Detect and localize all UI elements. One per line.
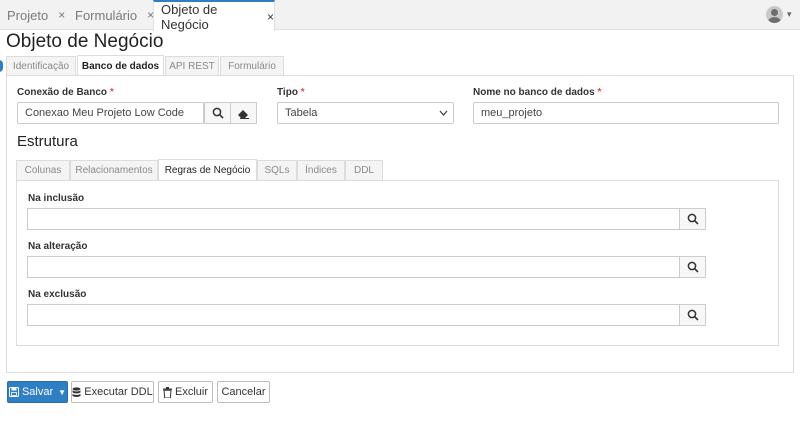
save-button[interactable]: Salvar ▼ [7, 381, 68, 403]
eraser-icon [237, 108, 250, 119]
delete-button[interactable]: Excluir [158, 381, 213, 403]
db-name-label: Nome no banco de dados * [473, 87, 602, 98]
tab-identificacao[interactable]: Identificação [6, 56, 76, 76]
execute-ddl-button[interactable]: Executar DDL [71, 381, 154, 403]
subtab-relacionamentos[interactable]: Relacionamentos [70, 160, 158, 180]
delete-button-label: Excluir [174, 386, 208, 398]
close-icon[interactable]: × [58, 8, 65, 22]
type-select-value: Tabela [285, 107, 318, 119]
side-indicator [0, 60, 3, 72]
database-icon [72, 386, 81, 398]
search-icon [212, 107, 224, 119]
user-avatar-icon[interactable] [766, 6, 783, 23]
rule-delete-label: Na exclusão [28, 289, 87, 300]
execute-ddl-label: Executar DDL [84, 386, 153, 398]
subtab-ddl[interactable]: DDL [345, 160, 383, 180]
rule-update-input[interactable] [27, 256, 679, 278]
connection-label: Conexão de Banco * [17, 87, 114, 98]
rule-insert-input[interactable] [27, 208, 679, 230]
window-tab-bar: Projeto × Formulário × Objeto de Negócio… [0, 0, 800, 32]
connection-search-button[interactable] [204, 102, 231, 124]
window-tab-projeto[interactable]: Projeto × [0, 0, 67, 30]
section-title: Estrutura [17, 133, 78, 150]
chevron-down-icon [439, 107, 448, 119]
trash-icon [162, 386, 172, 398]
search-icon [687, 309, 699, 321]
type-select[interactable]: Tabela [277, 102, 454, 124]
search-icon [687, 213, 699, 225]
subtab-regras-de-negocio[interactable]: Regras de Negócio [158, 159, 257, 180]
rule-insert-search-button[interactable] [679, 208, 706, 230]
chevron-down-icon[interactable]: ▾ [787, 9, 792, 20]
chevron-down-icon: ▼ [58, 387, 67, 397]
type-label: Tipo * [277, 87, 305, 98]
floppy-disk-icon [8, 387, 19, 397]
window-tab-label: Formulário [75, 7, 138, 23]
rule-delete-input[interactable] [27, 304, 679, 326]
close-icon[interactable]: × [267, 10, 274, 24]
page-title: Objeto de Negócio [6, 31, 164, 52]
window-tab-label: Objeto de Negócio [161, 1, 218, 32]
subtab-sqls[interactable]: SQLs [257, 160, 297, 180]
save-button-label: Salvar [21, 386, 54, 398]
tab-formulario[interactable]: Formulário [220, 56, 284, 76]
rule-update-search-button[interactable] [679, 256, 706, 278]
tab-banco-de-dados[interactable]: Banco de dados [77, 55, 164, 76]
rule-update-label: Na alteração [28, 241, 88, 252]
db-name-field[interactable]: meu_projeto [473, 102, 779, 124]
search-icon [687, 261, 699, 273]
subtab-colunas[interactable]: Colunas [16, 160, 70, 180]
connection-field[interactable]: Conexao Meu Projeto Low Code [17, 102, 204, 124]
window-tab-objeto-de-negocio[interactable]: Objeto de Negócio × [153, 0, 275, 32]
rule-insert-label: Na inclusão [28, 193, 85, 204]
connection-clear-button[interactable] [230, 102, 257, 124]
window-tab-label: Projeto [7, 7, 49, 23]
tab-api-rest[interactable]: API REST [165, 56, 219, 76]
subtab-indices[interactable]: Índices [297, 160, 345, 180]
rule-delete-search-button[interactable] [679, 304, 706, 326]
window-tab-formulario[interactable]: Formulário × [68, 0, 154, 30]
cancel-button[interactable]: Cancelar [217, 381, 270, 403]
